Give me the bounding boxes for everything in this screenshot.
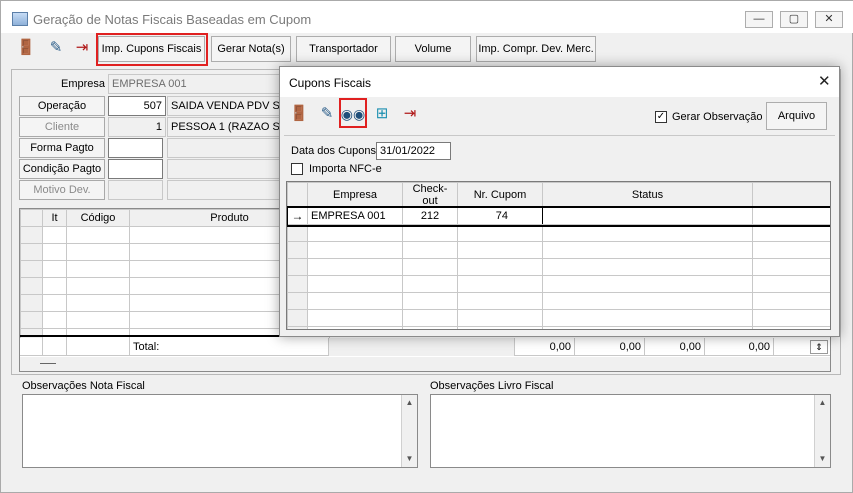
cell-cupom[interactable]: 74	[457, 207, 543, 225]
cell-checkout[interactable]: 212	[402, 207, 458, 225]
minimize-button[interactable]: —	[745, 11, 773, 28]
minimize-icon: —	[753, 13, 765, 25]
forma-pagto-input[interactable]	[108, 138, 163, 158]
total-value-4: 0,00	[704, 338, 774, 356]
cliente-code-input[interactable]: 1	[108, 117, 166, 137]
exit-door-icon[interactable]: 🚪	[13, 36, 39, 62]
col-status[interactable]: Status	[542, 182, 753, 208]
app-icon	[12, 12, 28, 26]
col-filler	[752, 182, 830, 208]
gerar-observacao-checkbox[interactable]: ✓	[655, 111, 667, 123]
highlight-box	[339, 98, 367, 128]
operacao-code-input[interactable]: 507	[108, 96, 166, 116]
total-value-2: 0,00	[574, 338, 644, 356]
obs-livro-label: Observações Livro Fiscal	[430, 380, 554, 392]
total-value-3: 0,00	[644, 338, 704, 356]
table-row[interactable]	[287, 309, 830, 327]
dialog-close-icon[interactable]: ✕	[818, 72, 831, 90]
close-icon: ✕	[824, 13, 834, 25]
total-row: Total: 0,00 0,00 0,00 0,00 ⇕	[20, 338, 830, 356]
operacao-desc: SAIDA VENDA PDV SA	[167, 96, 280, 116]
scroll-down-icon[interactable]: ▼	[815, 451, 830, 467]
current-row-arrow-icon: →	[287, 207, 308, 225]
table-row[interactable]	[287, 258, 830, 276]
table-row[interactable]: → EMPRESA 001 212 74	[287, 205, 830, 227]
arquivo-button[interactable]: Arquivo	[766, 102, 827, 130]
operacao-button[interactable]: Operação	[19, 96, 105, 116]
col-empresa[interactable]: Empresa	[307, 182, 403, 208]
table-row[interactable]	[287, 241, 830, 259]
col-it[interactable]: It	[42, 209, 67, 227]
gerar-observacao-label: Gerar Observação	[672, 111, 763, 123]
motivo-dev-input[interactable]	[108, 180, 163, 200]
scroll-up-icon[interactable]: ▲	[402, 395, 417, 411]
row-indicator-header	[287, 182, 308, 208]
obs-nota-label: Observações Nota Fiscal	[22, 380, 145, 392]
col-codigo[interactable]: Código	[66, 209, 130, 227]
cupons-grid[interactable]: Empresa Check-out Nr. Cupom Status → EMP…	[286, 181, 831, 330]
total-label: Total:	[133, 341, 160, 353]
motivo-dev-desc	[167, 180, 280, 200]
toolbar-separator	[284, 135, 835, 136]
highlight-box	[96, 33, 208, 66]
eraser-icon[interactable]: ✎	[43, 36, 69, 62]
motivo-dev-button[interactable]: Motivo Dev.	[19, 180, 105, 200]
dialog-title-bar: Cupons Fiscais ✕	[280, 67, 839, 97]
maximize-icon: ▢	[788, 13, 800, 25]
obs-livro-scrollbar[interactable]: ▲ ▼	[814, 395, 830, 467]
data-cupons-label: Data dos Cupons	[291, 145, 376, 157]
export-arrow-icon[interactable]: ⇥	[69, 36, 95, 62]
maximize-button[interactable]: ▢	[780, 11, 808, 28]
close-button[interactable]: ✕	[815, 11, 843, 28]
cliente-desc: PESSOA 1 (RAZAO SO	[167, 117, 280, 137]
volume-button[interactable]: Volume	[395, 36, 471, 62]
total-value-1: 0,00	[514, 338, 574, 356]
condicao-pagto-input[interactable]	[108, 159, 163, 179]
table-row[interactable]	[287, 292, 830, 310]
obs-nota-scrollbar[interactable]: ▲ ▼	[401, 395, 417, 467]
empresa-label: Empresa	[61, 78, 106, 90]
importa-nfce-checkbox[interactable]	[291, 163, 303, 175]
scroll-down-icon[interactable]: ▼	[402, 451, 417, 467]
cliente-button[interactable]: Cliente	[19, 117, 105, 137]
horizontal-scrollbar[interactable]	[20, 357, 830, 371]
condicao-pagto-button[interactable]: Condição Pagto	[19, 159, 105, 179]
empresa-select[interactable]: EMPRESA 001	[108, 74, 280, 94]
add-column-icon[interactable]: ⊞	[369, 102, 395, 128]
obs-livro-textarea[interactable]: ▲ ▼	[430, 394, 831, 468]
table-row[interactable]	[287, 326, 830, 329]
row-indicator-header	[20, 209, 43, 227]
condicao-pagto-desc	[167, 159, 280, 179]
forma-pagto-desc	[167, 138, 280, 158]
eraser-icon[interactable]: ✎	[314, 102, 340, 128]
spin-icon[interactable]: ⇕	[810, 340, 828, 354]
gerar-notas-button[interactable]: Gerar Nota(s)	[211, 36, 291, 62]
col-nr-cupom[interactable]: Nr. Cupom	[457, 182, 543, 208]
dialog-title: Cupons Fiscais	[289, 76, 372, 90]
table-row[interactable]	[287, 224, 830, 242]
cell-status[interactable]	[542, 207, 753, 225]
forma-pagto-button[interactable]: Forma Pagto	[19, 138, 105, 158]
col-check-out[interactable]: Check-out	[402, 182, 458, 208]
cell-empresa[interactable]: EMPRESA 001	[307, 207, 403, 225]
title-bar: Geração de Notas Fiscais Baseadas em Cup…	[1, 1, 853, 33]
cupons-fiscais-dialog: Cupons Fiscais ✕ 🚪 ✎ ◉◉ ⊞ ⇥ ✓ Gerar Obse…	[279, 66, 840, 337]
imp-compr-dev-merc-button[interactable]: Imp. Compr. Dev. Merc.	[476, 36, 596, 62]
exit-door-icon[interactable]: 🚪	[286, 102, 312, 128]
window-title: Geração de Notas Fiscais Baseadas em Cup…	[33, 12, 312, 27]
export-arrow-icon[interactable]: ⇥	[397, 102, 423, 128]
table-row[interactable]	[287, 275, 830, 293]
importa-nfce-label: Importa NFC-e	[309, 163, 382, 175]
data-cupons-input[interactable]: 31/01/2022	[376, 142, 451, 160]
transportador-button[interactable]: Transportador	[296, 36, 391, 62]
obs-nota-textarea[interactable]: ▲ ▼	[22, 394, 418, 468]
scroll-up-icon[interactable]: ▲	[815, 395, 830, 411]
